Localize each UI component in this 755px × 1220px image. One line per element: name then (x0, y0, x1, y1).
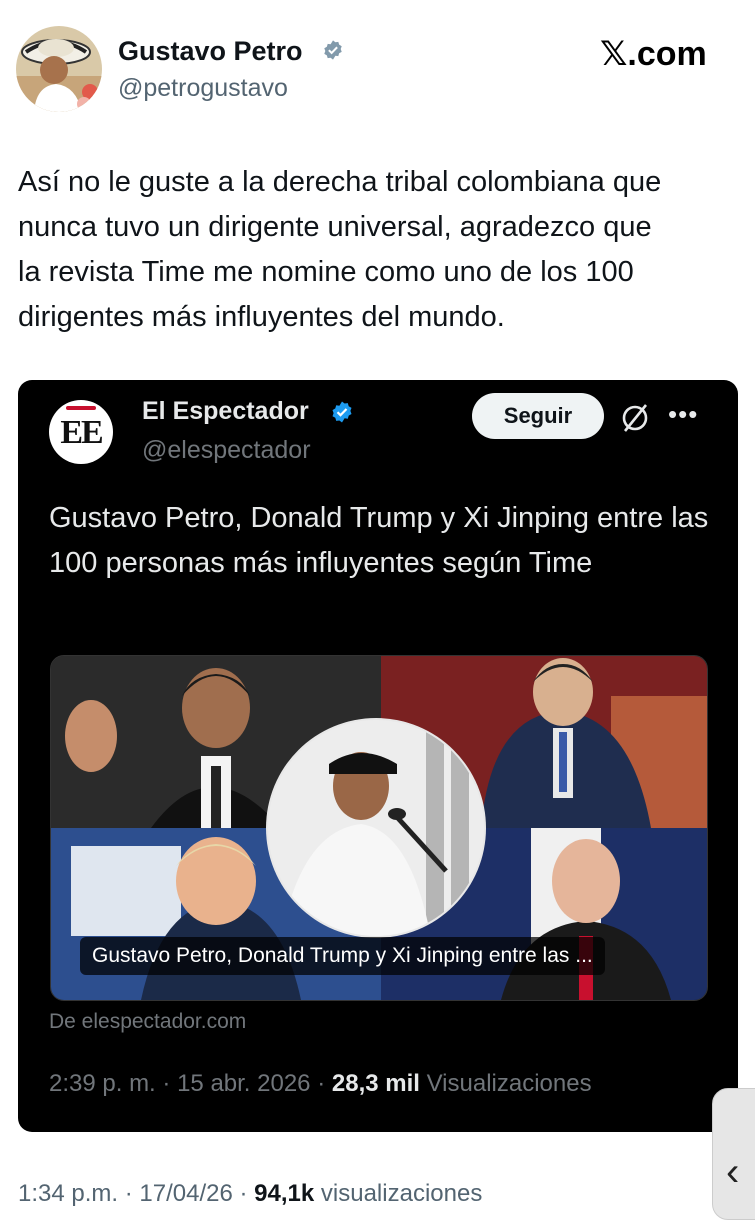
quoted-tweet-text: Gustavo Petro, Donald Trump y Xi Jinping… (49, 502, 709, 579)
author-avatar[interactable] (16, 26, 102, 112)
article-caption: Gustavo Petro, Donald Trump y Xi Jinping… (80, 937, 605, 975)
tweet-time[interactable]: 1:34 p.m. (18, 1180, 118, 1207)
verified-badge-icon (324, 40, 342, 60)
quoted-avatar-logo-text: EE (60, 414, 103, 451)
meta-separator: · (317, 1070, 326, 1097)
avatar-image (16, 26, 102, 112)
article-source[interactable]: De elespectador.com (49, 1010, 246, 1034)
tweet-text: Así no le guste a la derecha tribal colo… (18, 166, 662, 333)
quoted-time[interactable]: 2:39 p. m. (49, 1070, 156, 1097)
author-name[interactable]: Gustavo Petro (118, 36, 303, 67)
follow-button[interactable]: Seguir (472, 393, 604, 439)
tweet-views-label: visualizaciones (320, 1180, 483, 1207)
meta-separator: · (124, 1180, 133, 1207)
verified-badge-icon (332, 401, 352, 423)
more-options-icon[interactable]: ••• (668, 399, 698, 430)
meta-separator: · (239, 1180, 248, 1207)
tweet-date[interactable]: 17/04/26 (139, 1180, 232, 1207)
quoted-date[interactable]: 15 abr. 2026 (177, 1070, 310, 1097)
quoted-views-count: 28,3 mil (331, 1070, 420, 1097)
site-logo: 𝕏.com (600, 35, 707, 73)
quoted-views-label: Visualizaciones (426, 1070, 592, 1097)
logo-accent-bar (66, 406, 96, 410)
author-handle[interactable]: @petrogustavo (118, 74, 288, 103)
tweet-meta: 1:34 p.m. · 17/04/26 · 94,1k visualizaci… (18, 1180, 482, 1208)
quoted-author-handle[interactable]: @elespectador (142, 436, 311, 465)
quoted-tweet-meta: 2:39 p. m. · 15 abr. 2026 · 28,3 mil Vis… (49, 1070, 592, 1098)
meta-separator: · (162, 1070, 171, 1097)
quoted-tweet-card[interactable]: EE El Espectador @elespectador Seguir ••… (18, 380, 738, 1132)
tweet-views-count: 94,1k (254, 1180, 315, 1207)
quoted-author-name[interactable]: El Espectador (142, 397, 309, 426)
chevron-left-icon[interactable]: ‹ (726, 1150, 739, 1195)
grok-icon[interactable] (619, 402, 651, 434)
article-image[interactable]: Gustavo Petro, Donald Trump y Xi Jinping… (50, 655, 708, 1001)
